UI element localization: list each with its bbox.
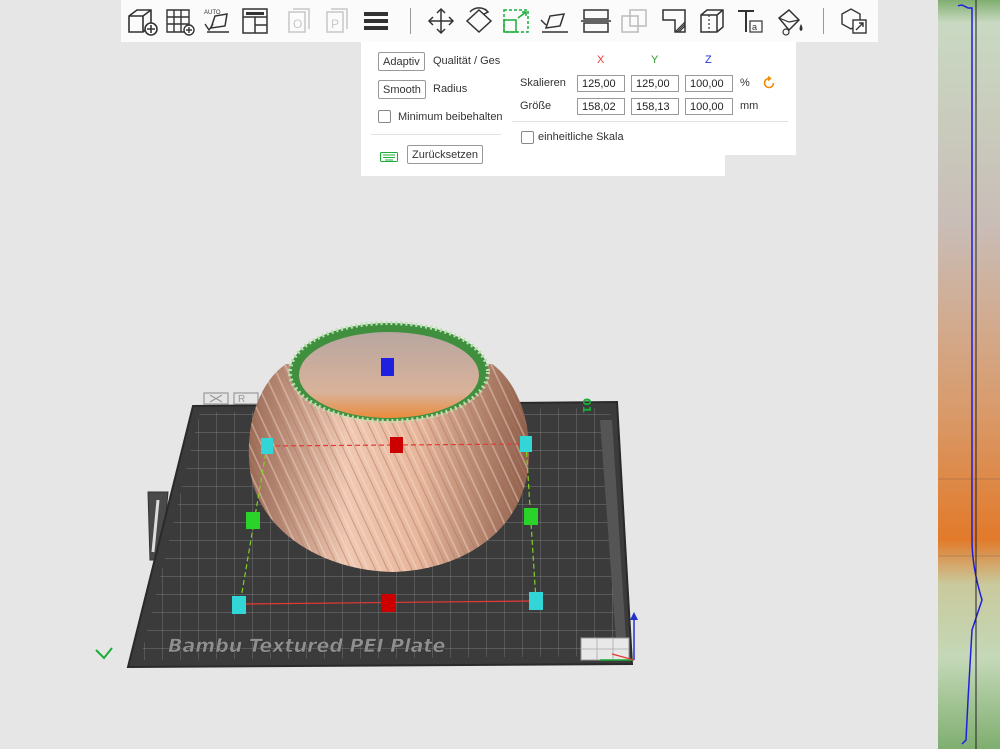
scale-handle-y-left[interactable] [246, 512, 260, 529]
plate-close-icon[interactable] [203, 392, 229, 405]
scale-handle-corner[interactable] [232, 596, 246, 614]
viewport-3d[interactable]: Bambu Textured PEI Plate 01 R [0, 0, 938, 749]
plate-number-label: 01 [580, 398, 593, 413]
scale-handle-y-right[interactable] [524, 508, 538, 525]
scale-handle-x-front[interactable] [381, 594, 395, 612]
plate-origin-icon [95, 647, 113, 660]
scale-handle-x-back[interactable] [390, 437, 403, 453]
scale-handle-corner[interactable] [520, 436, 532, 452]
scale-handle-z[interactable] [381, 358, 394, 376]
plate-lock-icon[interactable]: R [233, 392, 259, 405]
layer-slider-preview[interactable] [938, 0, 1000, 749]
scale-handle-corner[interactable] [529, 592, 543, 610]
svg-text:R: R [238, 394, 245, 405]
scale-handle-corner[interactable] [261, 438, 273, 454]
plate-name-label: Bambu Textured PEI Plate [168, 635, 446, 657]
